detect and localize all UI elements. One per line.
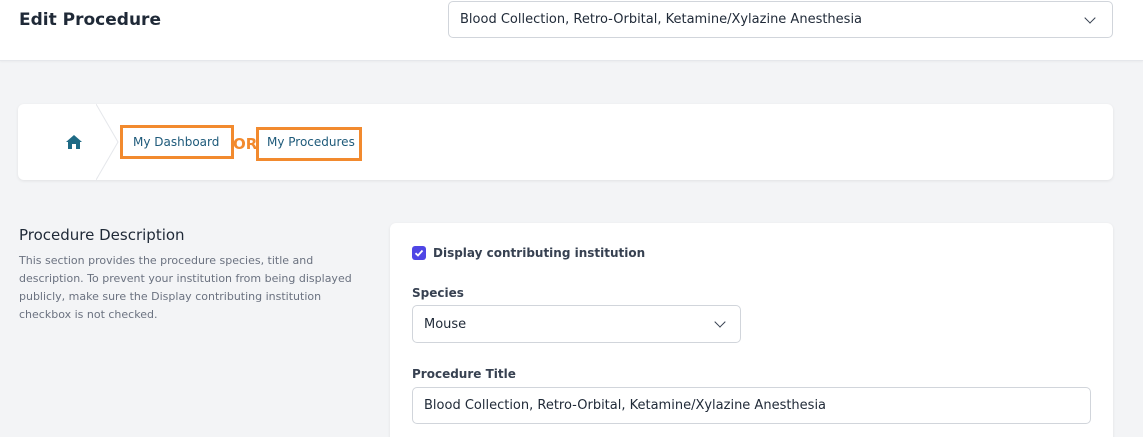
display-institution-checkbox[interactable]	[412, 246, 426, 260]
breadcrumb: My Dashboard My Procedures OR	[18, 104, 1113, 180]
section-description: This section provides the procedure spec…	[19, 254, 352, 321]
highlight-box-dashboard	[120, 125, 234, 159]
species-select-value: Mouse	[424, 317, 467, 332]
or-annotation: OR	[233, 135, 258, 153]
checkmark-icon	[414, 249, 424, 257]
procedure-title-label: Procedure Title	[412, 367, 516, 381]
home-icon[interactable]	[66, 135, 82, 149]
chevron-down-icon	[714, 316, 726, 328]
procedure-form: Display contributing institution Species…	[390, 223, 1113, 437]
species-label: Species	[412, 286, 464, 300]
section-title: Procedure Description	[19, 226, 185, 244]
highlight-box-procedures	[256, 127, 362, 161]
display-institution-label[interactable]: Display contributing institution	[433, 246, 645, 260]
procedure-title-input[interactable]	[412, 387, 1091, 424]
top-bar: Edit Procedure Blood Collection, Retro-O…	[0, 0, 1143, 61]
chevron-down-icon	[1084, 12, 1096, 24]
page-title: Edit Procedure	[19, 10, 161, 30]
procedure-select[interactable]: Blood Collection, Retro-Orbital, Ketamin…	[448, 1, 1113, 38]
species-select[interactable]: Mouse	[412, 305, 741, 343]
procedure-select-value: Blood Collection, Retro-Orbital, Ketamin…	[460, 12, 863, 27]
